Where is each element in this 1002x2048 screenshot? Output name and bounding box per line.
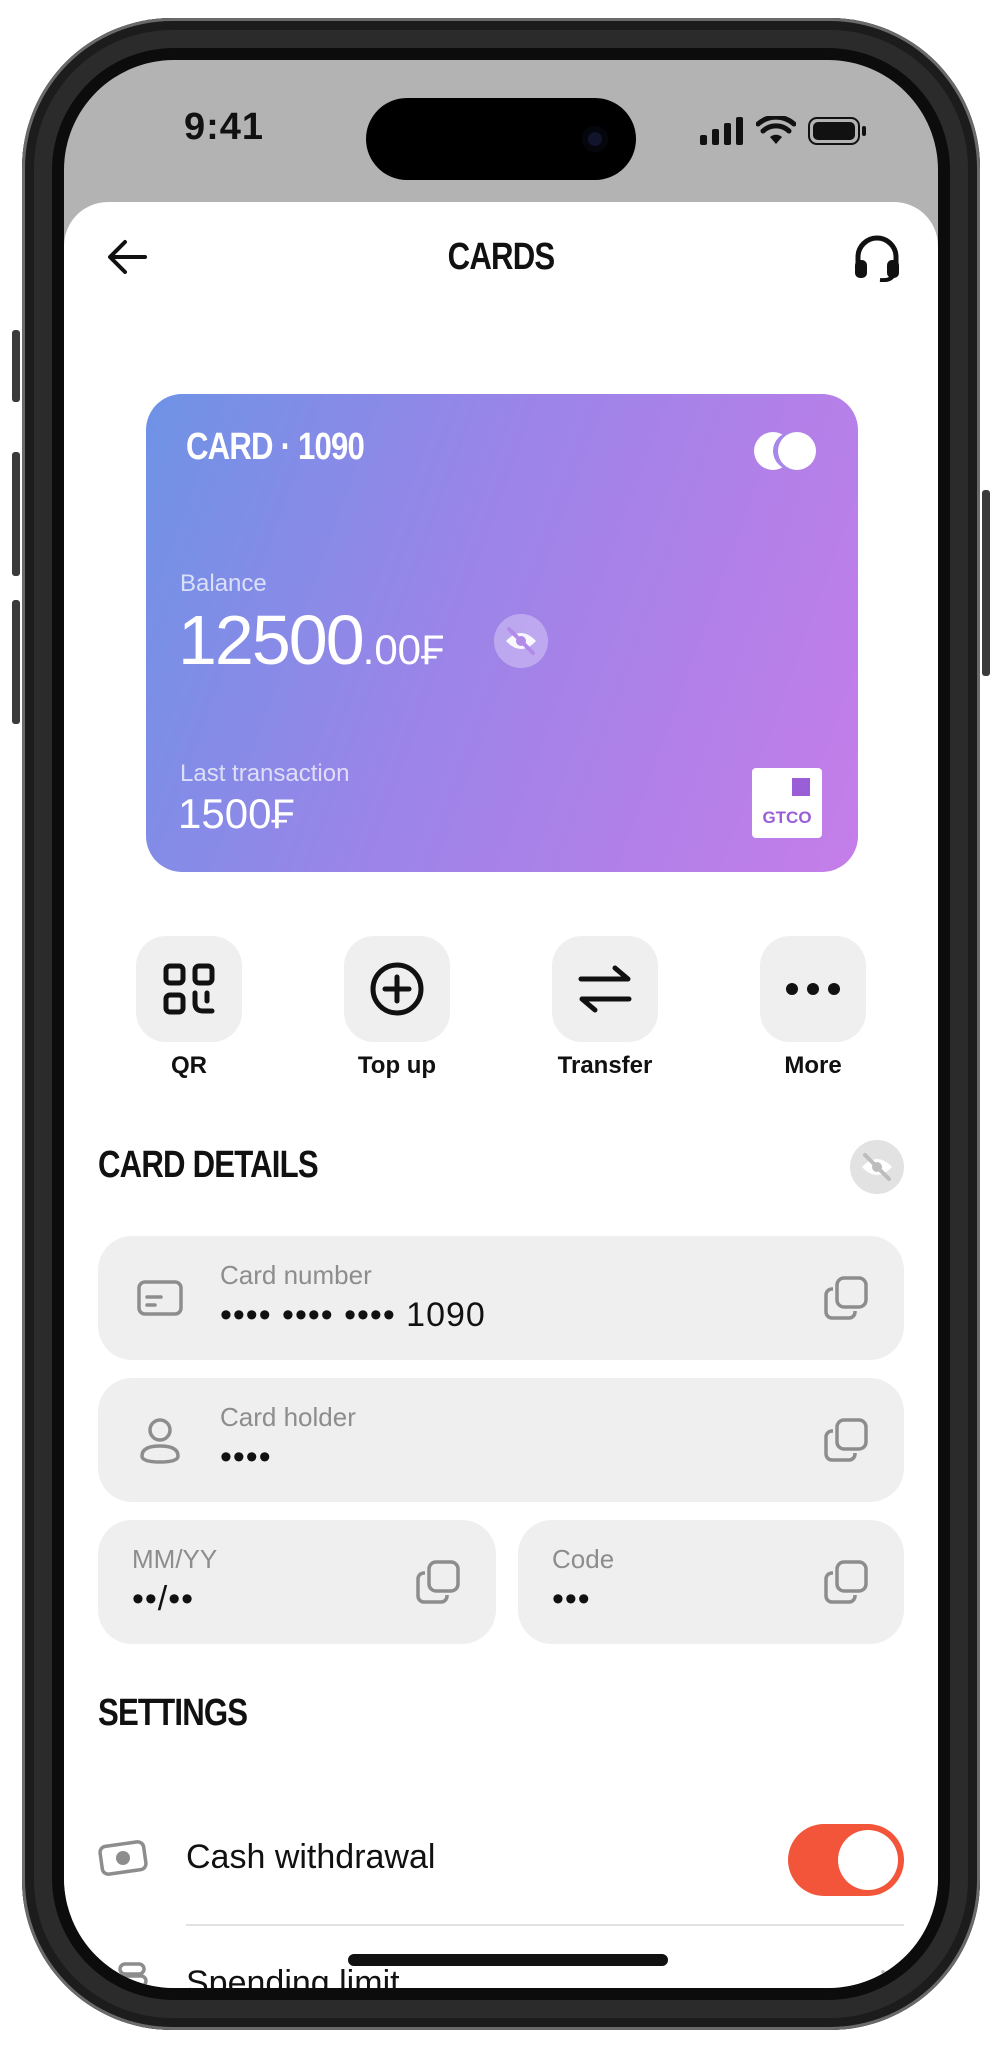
phone-frame: 9:41 CARDS CARD · 1090 Balance 12500 .00… [12,18,990,2030]
cash-withdrawal-label: Cash withdrawal [186,1838,436,1876]
expiry-value: ••/•• [132,1580,195,1618]
card-holder-field[interactable]: Card holder •••• [98,1378,904,1502]
card-holder-label: Card holder [220,1402,356,1432]
status-bar: 9:41 [64,60,938,190]
cash-withdrawal-toggle[interactable] [788,1824,904,1896]
card-number-label: Card number [220,1260,372,1290]
bank-logo-text: GTCO [762,808,812,827]
balance-decimal: .00 [362,626,422,673]
status-time: 9:41 [184,106,265,148]
cvv-field[interactable]: Code ••• [518,1520,904,1644]
status-icons [700,116,868,146]
setting-cash-withdrawal: Cash withdrawal [98,1796,904,1916]
action-qr-button[interactable] [136,936,242,1042]
arrow-left-icon [108,240,147,274]
copy-icon [824,1418,868,1462]
action-transfer-button[interactable] [552,936,658,1042]
page-title: CARDS [447,236,556,278]
battery-icon [808,117,866,145]
chevron-right-icon [874,1964,904,1988]
card-name: CARD · 1090 [186,426,365,468]
balance-label: Balance [180,570,267,597]
action-qr[interactable]: QR [104,936,274,1080]
copy-expiry-button[interactable] [414,1558,462,1606]
action-more-button[interactable] [760,936,866,1042]
expiry-label: MM/YY [132,1544,218,1574]
camera-icon [582,126,608,152]
wifi-icon [756,116,796,144]
plus-circle-icon [370,962,424,1016]
last-transaction-value: 1500₣ [178,790,295,837]
nav-bar: CARDS [64,202,938,322]
home-indicator [348,1954,668,1966]
coins-icon [98,1960,148,1988]
cvv-value: ••• [552,1580,591,1618]
volume-down-button [12,600,20,724]
bezel: 9:41 CARDS CARD · 1090 Balance 12500 .00… [52,48,950,2000]
person-icon [136,1416,184,1464]
card-details-title: CARD DETAILS [98,1144,319,1186]
action-more-label: More [784,1052,842,1079]
support-button[interactable] [846,226,908,288]
quick-actions: QR Top up Transfer More [104,936,904,1086]
action-qr-label: QR [171,1052,207,1079]
copy-card-number-button[interactable] [822,1274,870,1322]
transfer-arrows-icon [578,965,632,1013]
hide-balance-button[interactable] [494,614,548,668]
reveal-details-button[interactable] [850,1140,904,1194]
power-button [982,490,990,676]
bank-logo: GTCO [752,768,822,838]
balance-currency: ₣ [421,626,445,673]
copy-icon [824,1276,868,1320]
more-dots-icon [786,983,840,995]
headset-icon [855,235,899,282]
settings-title: SETTINGS [98,1692,248,1734]
bank-card[interactable]: CARD · 1090 Balance 12500.00 ₣ Last tran… [146,394,858,872]
eye-off-icon [862,1153,892,1181]
cellular-signal-icon [700,117,743,145]
last-transaction-label: Last transaction [180,760,350,787]
copy-icon [416,1560,460,1604]
action-top-up-label: Top up [357,1052,437,1079]
mute-switch [12,330,20,402]
copy-icon [824,1560,868,1604]
card-number-value: •••• •••• •••• 1090 [220,1296,486,1334]
screen: 9:41 CARDS CARD · 1090 Balance 12500 .00… [64,60,938,1988]
card-network-icon [754,432,816,470]
expiry-field[interactable]: MM/YY ••/•• [98,1520,496,1644]
copy-cvv-button[interactable] [822,1558,870,1606]
cvv-label: Code [552,1544,615,1574]
card-number-field[interactable]: Card number •••• •••• •••• 1090 [98,1236,904,1360]
action-transfer-label: Transfer [557,1052,653,1079]
action-transfer[interactable]: Transfer [520,936,690,1080]
action-top-up-button[interactable] [344,936,450,1042]
toggle-knob [838,1830,898,1890]
volume-up-button [12,452,20,576]
copy-card-holder-button[interactable] [822,1416,870,1464]
dynamic-island [366,98,636,180]
action-top-up[interactable]: Top up [312,936,482,1080]
qr-code-icon [163,963,215,1015]
spending-limit-label: Spending limit [186,1964,400,1988]
cards-sheet: CARDS CARD · 1090 Balance 12500 .00 ₣ La… [64,202,938,1988]
card-icon [136,1274,184,1322]
balance-amount: 12500.00 ₣ [178,600,444,680]
eye-off-icon [506,627,536,655]
balance-integer: 12500 [178,601,365,679]
action-more[interactable]: More [728,936,898,1080]
card-holder-value: •••• [220,1438,272,1476]
cash-icon [98,1834,148,1882]
